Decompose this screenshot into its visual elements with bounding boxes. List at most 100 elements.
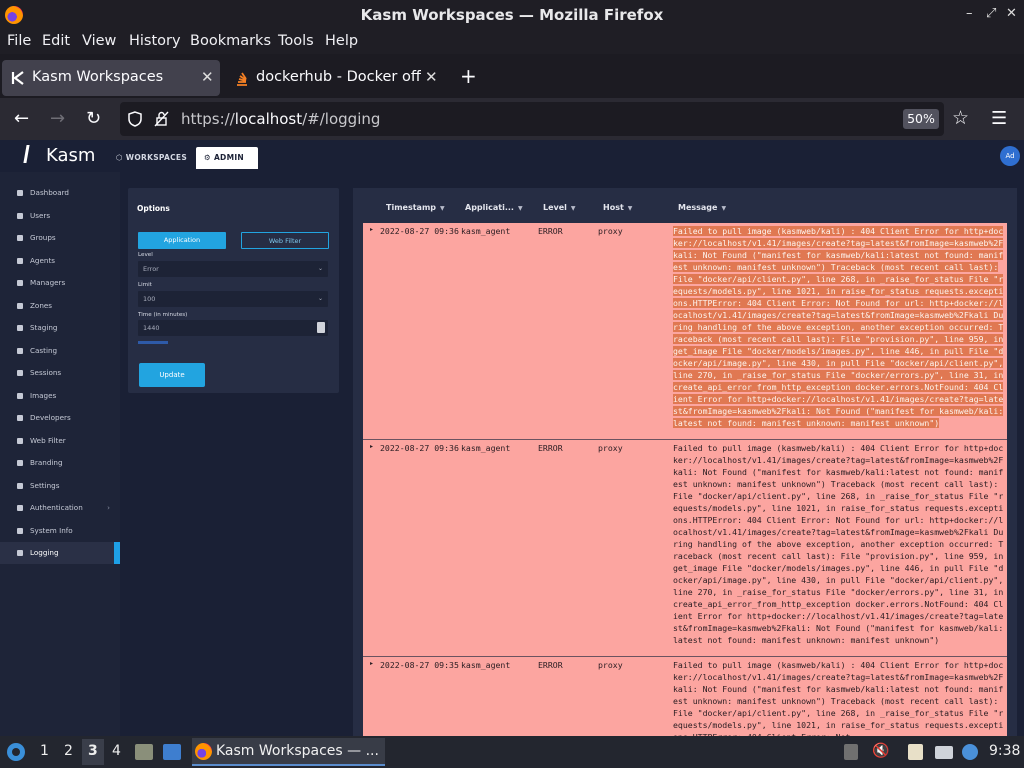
row-message: Failed to pull image (kasmweb/kali) : 40… (673, 660, 1004, 736)
time-hint (138, 341, 168, 344)
col-application[interactable]: Applicati... ▼ (465, 203, 523, 212)
network-icon[interactable] (935, 746, 953, 759)
workspace-2[interactable]: 2 (64, 743, 73, 759)
sidebar-item-label: Sessions (30, 368, 62, 377)
sidebar-item-label: Staging (30, 323, 58, 332)
system-taskbar: 1 2 3 4 Kasm Workspaces — ... 🔇 9:38 (0, 736, 1024, 768)
sidebar-item-managers[interactable]: Managers (0, 272, 120, 294)
workspace-4[interactable]: 4 (112, 743, 121, 759)
tab-kasm-workspaces[interactable]: Kasm Workspaces ✕ (2, 60, 220, 96)
clock: 9:38 (989, 743, 1021, 759)
table-row[interactable]: ▸ 2022-08-27 09:35 kasm_agent ERROR prox… (363, 657, 1007, 736)
sidebar-item-casting[interactable]: Casting (0, 340, 120, 362)
sidebar-item-label: Dashboard (30, 188, 69, 197)
level-select[interactable]: Error ⌄ (138, 261, 328, 277)
desktop-icon[interactable] (163, 744, 181, 760)
insecure-lock-icon[interactable] (154, 111, 170, 127)
file-manager-icon[interactable] (135, 744, 153, 760)
bookmark-star-icon[interactable]: ☆ (952, 107, 969, 129)
menu-history[interactable]: History (129, 33, 181, 49)
filter-icon (17, 437, 23, 444)
url-bar[interactable]: https://localhost/#/logging 50% ☆ (120, 102, 969, 136)
sidebar-item-images[interactable]: Images (0, 385, 120, 407)
expand-row-icon[interactable]: ▸ (370, 226, 373, 233)
taskbar-task-firefox[interactable]: Kasm Workspaces — ... (192, 738, 385, 766)
close-window-button[interactable]: ✕ (1006, 6, 1017, 21)
limit-select[interactable]: 100 ⌄ (138, 291, 328, 307)
col-host[interactable]: Host ▼ (603, 203, 632, 212)
sidebar-item-authentication[interactable]: Authentication › (0, 497, 120, 519)
clipboard-icon[interactable] (908, 744, 923, 760)
menu-tools[interactable]: Tools (278, 33, 314, 49)
sidebar-item-logging[interactable]: Logging (0, 542, 120, 564)
sidebar-item-label: Authentication (30, 503, 83, 512)
avatar[interactable]: Ad (1000, 146, 1020, 166)
forward-arrow-icon[interactable]: → (50, 108, 65, 129)
workspace-1[interactable]: 1 (40, 743, 49, 759)
volume-muted-icon[interactable]: 🔇 (872, 743, 889, 759)
update-button[interactable]: Update (139, 363, 205, 387)
window-title: Kasm Workspaces — Mozilla Firefox (360, 6, 664, 24)
kasm-app: Kasm ⬡ WORKSPACES ⚙ ADMIN Ad Logging Syst… (0, 140, 1024, 763)
sidebar-item-agents[interactable]: Agents (0, 250, 120, 272)
chevron-down-icon: ⌄ (317, 295, 323, 302)
expand-row-icon[interactable]: ▸ (370, 660, 373, 667)
table-row[interactable]: ▸ 2022-08-27 09:36 kasm_agent ERROR prox… (363, 223, 1007, 440)
time-input[interactable]: 1440 (138, 320, 328, 336)
sidebar-item-users[interactable]: Users (0, 205, 120, 227)
update-notifier-icon[interactable] (844, 744, 858, 760)
menu-bookmarks[interactable]: Bookmarks (190, 33, 271, 49)
sidebar-item-developers[interactable]: Developers (0, 407, 120, 429)
tab-label: dockerhub - Docker offici (256, 69, 421, 85)
webfilter-toggle-button[interactable]: Web Filter (241, 232, 329, 249)
menu-file[interactable]: File (7, 33, 31, 49)
nav-admin[interactable]: ⚙ ADMIN (196, 147, 258, 169)
tab-bar: Kasm Workspaces ✕ dockerhub - Docker off… (0, 56, 1024, 98)
sidebar-item-zones[interactable]: Zones (0, 295, 120, 317)
sidebar-item-system-info[interactable]: System Info (0, 520, 120, 542)
notifications-icon[interactable] (962, 744, 978, 760)
sidebar-item-dashboard[interactable]: Dashboard (0, 182, 120, 204)
sidebar-item-settings[interactable]: Settings (0, 475, 120, 497)
row-application: kasm_agent (461, 226, 511, 236)
col-level[interactable]: Level ▼ (543, 203, 576, 212)
col-message[interactable]: Message ▼ (678, 203, 726, 212)
row-level: ERROR (538, 443, 563, 453)
menu-view[interactable]: View (82, 33, 116, 49)
maximize-button[interactable]: ⤢ (986, 6, 996, 21)
tracking-shield-icon[interactable] (128, 111, 142, 127)
sidebar-item-label: Developers (30, 413, 71, 422)
start-menu-icon[interactable] (6, 742, 26, 762)
row-application: kasm_agent (461, 443, 511, 453)
table-row[interactable]: ▸ 2022-08-27 09:36 kasm_agent ERROR prox… (363, 440, 1007, 657)
pencil-icon (17, 550, 23, 556)
tab-close-icon[interactable]: ✕ (425, 68, 438, 86)
nav-workspaces[interactable]: ⬡ WORKSPACES (108, 147, 195, 169)
col-timestamp[interactable]: Timestamp ▼ (386, 203, 445, 212)
menu-help[interactable]: Help (325, 33, 358, 49)
sidebar-item-staging[interactable]: Staging (0, 317, 120, 339)
sidebar-item-web-filter[interactable]: Web Filter (0, 430, 120, 452)
new-tab-button[interactable]: + (460, 64, 477, 88)
spinner-icon[interactable] (317, 322, 325, 333)
application-toggle-button[interactable]: Application (138, 232, 226, 249)
reload-icon[interactable]: ↻ (86, 108, 101, 129)
zoom-level[interactable]: 50% (903, 109, 939, 129)
sidebar-item-label: Branding (30, 458, 63, 467)
minimize-button[interactable]: – (966, 6, 973, 21)
workspace-3[interactable]: 3 (88, 743, 98, 759)
menu-edit[interactable]: Edit (42, 33, 70, 49)
row-application: kasm_agent (461, 660, 511, 670)
url-text[interactable]: https://localhost/#/logging (181, 110, 380, 128)
staging-icon (17, 325, 23, 331)
hamburger-menu-icon[interactable]: ☰ (991, 108, 1007, 129)
expand-row-icon[interactable]: ▸ (370, 443, 373, 450)
tab-dockerhub[interactable]: dockerhub - Docker offici ✕ (226, 60, 446, 96)
kasm-logo[interactable]: Kasm (23, 145, 95, 166)
sidebar-item-branding[interactable]: Branding (0, 452, 120, 474)
sidebar-item-groups[interactable]: Groups (0, 227, 120, 249)
admin-sidebar: Logging System Info Authentication › Setting… (0, 172, 120, 763)
sidebar-item-sessions[interactable]: Sessions (0, 362, 120, 384)
tab-close-icon[interactable]: ✕ (201, 68, 214, 86)
back-arrow-icon[interactable]: ← (14, 108, 29, 129)
